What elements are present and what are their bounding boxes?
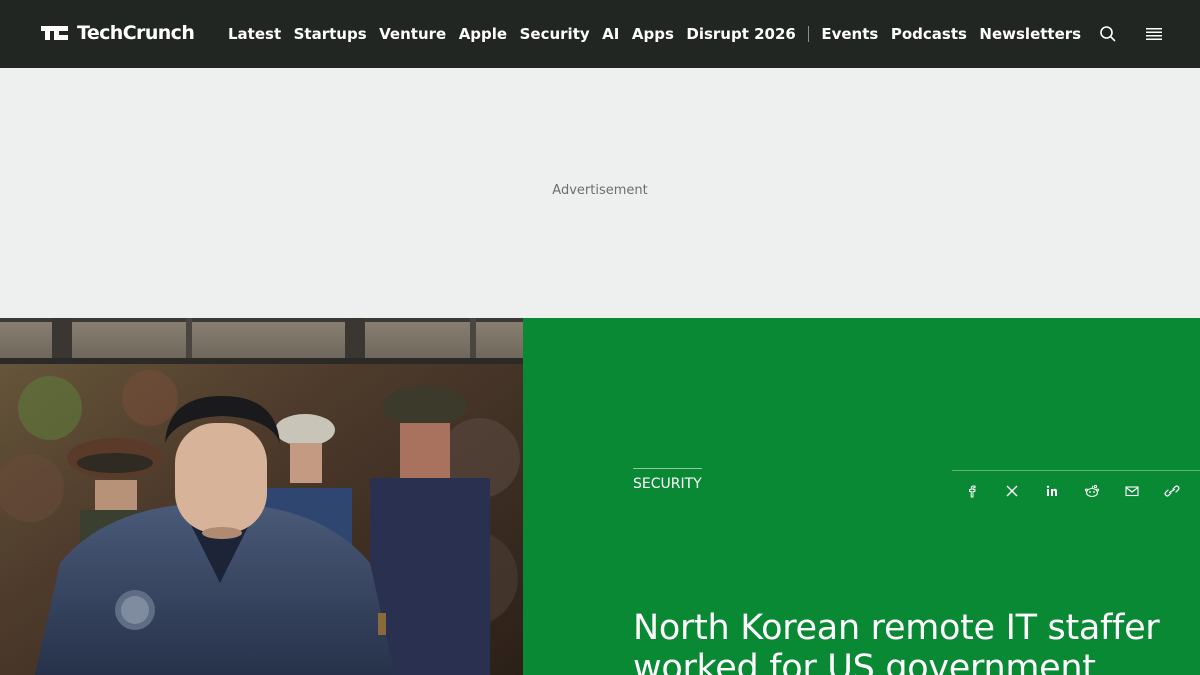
- techcrunch-logo[interactable]: TechCrunch: [41, 22, 195, 44]
- article-panel: SECURITY North Korean remote IT staffer …: [523, 318, 1200, 675]
- email-icon: [1125, 486, 1139, 497]
- link-icon: [1164, 485, 1180, 497]
- top-navigation: TechCrunch Latest Startups Venture Apple…: [0, 0, 1200, 68]
- search-icon: [1100, 26, 1116, 42]
- nav-ai[interactable]: AI: [602, 25, 619, 43]
- logo-text: TechCrunch: [77, 22, 195, 44]
- primary-nav: Latest Startups Venture Apple Security A…: [228, 0, 1094, 68]
- facebook-icon: [969, 485, 976, 498]
- reddit-icon: [1085, 484, 1099, 498]
- share-facebook-button[interactable]: [962, 483, 982, 499]
- share-reddit-button[interactable]: [1082, 483, 1102, 499]
- techcrunch-logo-mark-icon: [41, 22, 73, 44]
- advertisement-label: Advertisement: [552, 183, 648, 198]
- advertisement-slot: Advertisement: [0, 68, 1200, 318]
- share-email-button[interactable]: [1122, 483, 1142, 499]
- nav-apple[interactable]: Apple: [459, 25, 507, 43]
- hamburger-menu-icon: [1146, 28, 1162, 40]
- nav-latest[interactable]: Latest: [228, 25, 281, 43]
- nav-podcasts[interactable]: Podcasts: [891, 25, 967, 43]
- copy-link-button[interactable]: [1162, 483, 1182, 499]
- menu-button[interactable]: [1144, 26, 1164, 42]
- nav-newsletters[interactable]: Newsletters: [979, 25, 1081, 43]
- share-bar: [952, 470, 1200, 510]
- nav-apps[interactable]: Apps: [632, 25, 674, 43]
- hero-image[interactable]: [0, 318, 523, 675]
- linkedin-icon: [1046, 485, 1057, 496]
- nav-divider: [808, 26, 810, 42]
- article-headline[interactable]: North Korean remote IT staffer worked fo…: [633, 608, 1193, 675]
- category-link[interactable]: SECURITY: [633, 468, 702, 492]
- nav-startups[interactable]: Startups: [294, 25, 367, 43]
- share-linkedin-button[interactable]: [1042, 483, 1062, 499]
- x-icon: [1006, 485, 1018, 497]
- nav-disrupt-2026[interactable]: Disrupt 2026: [686, 25, 795, 43]
- hero-article: SECURITY North Korean remote IT staffer …: [0, 318, 1200, 675]
- nav-venture[interactable]: Venture: [379, 25, 446, 43]
- hero-photo-illustration: [0, 318, 523, 675]
- nav-security[interactable]: Security: [520, 25, 590, 43]
- search-button[interactable]: [1098, 24, 1118, 44]
- nav-events[interactable]: Events: [821, 25, 878, 43]
- share-x-button[interactable]: [1002, 483, 1022, 499]
